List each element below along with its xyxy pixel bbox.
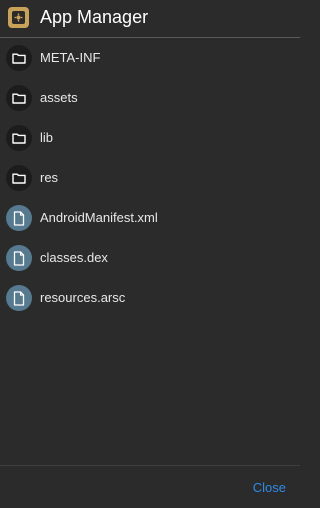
file-name: res <box>40 170 59 185</box>
file-icon <box>6 245 32 271</box>
file-list: META-INF assets lib res AndroidManifest.xml c… <box>0 38 300 318</box>
folder-icon <box>6 165 32 191</box>
file-list-item[interactable]: lib <box>0 118 300 158</box>
file-list-item[interactable]: classes.dex <box>0 238 300 278</box>
file-name: resources.arsc <box>40 290 126 305</box>
dialog-title: App Manager <box>40 7 149 27</box>
file-name: AndroidManifest.xml <box>40 210 158 225</box>
footer-divider <box>0 465 300 466</box>
file-list-item[interactable]: assets <box>0 78 300 118</box>
file-name: META-INF <box>40 50 101 65</box>
file-icon <box>6 205 32 231</box>
file-list-item[interactable]: resources.arsc <box>0 278 300 318</box>
dialog-header: App Manager <box>0 0 300 37</box>
folder-icon <box>6 85 32 111</box>
app-manager-dialog: App Manager META-INF assets lib res AndroidM… <box>0 0 300 508</box>
file-list-item[interactable]: AndroidManifest.xml <box>0 198 300 238</box>
file-icon <box>6 285 32 311</box>
folder-icon <box>6 125 32 151</box>
folder-icon <box>6 45 32 71</box>
file-list-item[interactable]: res <box>0 158 300 198</box>
file-name: classes.dex <box>40 250 108 265</box>
close-button[interactable]: Close <box>253 480 286 496</box>
file-name: assets <box>40 90 78 105</box>
file-list-item[interactable]: META-INF <box>0 38 300 78</box>
app-manager-icon <box>8 7 29 28</box>
file-name: lib <box>40 130 54 145</box>
